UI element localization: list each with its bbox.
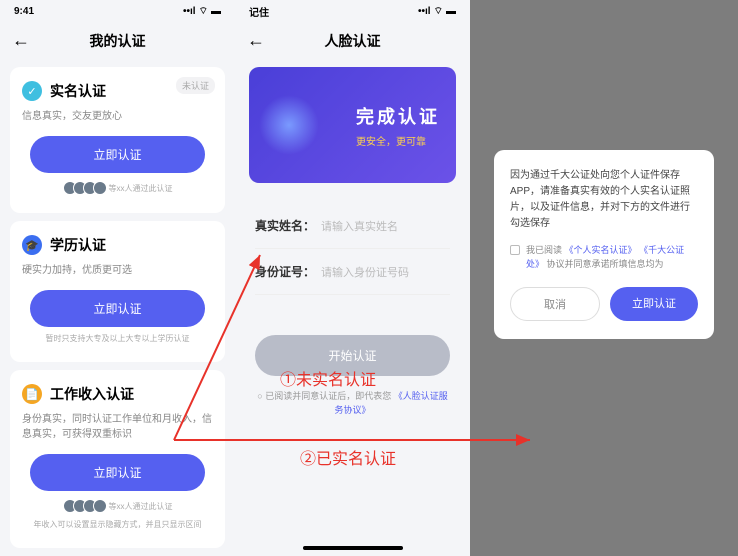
label-1: ①未实名认证 bbox=[280, 366, 376, 390]
verify-button[interactable]: 立即认证 bbox=[30, 290, 205, 327]
extra-note: 年收入可以设置显示隐藏方式，并且只显示区间 bbox=[22, 519, 213, 530]
page-title: 人脸认证 bbox=[325, 31, 381, 51]
form: 真实姓名： 请输入真实姓名 身份证号： 请输入身份证号码 bbox=[235, 191, 470, 307]
check-icon[interactable]: ○ bbox=[257, 391, 262, 401]
verify-button[interactable]: 立即认证 bbox=[30, 136, 205, 173]
card-subtitle: 硬实力加持，优质更可选 bbox=[22, 261, 213, 276]
card-realname: 未认证 ✓ 实名认证 信息真实，交友更放心 立即认证 等xx人通过此认证 bbox=[10, 67, 225, 213]
status-badge: 未认证 bbox=[176, 77, 215, 94]
time: 9:41 bbox=[14, 6, 34, 17]
checkbox[interactable] bbox=[510, 245, 520, 255]
face-scan-icon bbox=[259, 95, 319, 155]
id-input[interactable]: 请输入身份证号码 bbox=[321, 264, 409, 280]
status-bar: 记住 ••ıl ⌔ ▬ bbox=[235, 0, 470, 22]
banner-title: 完成认证 bbox=[356, 103, 440, 129]
card-title: 工作收入认证 bbox=[50, 384, 134, 404]
card-subtitle: 信息真实，交友更放心 bbox=[22, 107, 213, 122]
banner-subtitle: 更安全，更可靠 bbox=[356, 133, 440, 148]
id-label: 身份证号： bbox=[255, 263, 321, 280]
name-input[interactable]: 请输入真实姓名 bbox=[321, 218, 398, 234]
battery-icon: ▬ bbox=[446, 6, 456, 17]
card-title: 实名认证 bbox=[50, 81, 106, 101]
note-text: 暂时只支持大专及以上大专以上学历认证 bbox=[22, 333, 213, 344]
dialog-agreement: 我已阅读 《个人实名认证》 《千大公证处》 协议并同意承诺所填信息均为 bbox=[510, 244, 698, 271]
avatar-text: 等xx人通过此认证 bbox=[109, 183, 173, 194]
document-icon: 📄 bbox=[22, 384, 42, 404]
page-title: 我的认证 bbox=[90, 31, 146, 51]
link-1[interactable]: 《个人实名认证》 bbox=[565, 245, 637, 255]
agreement-text: ○ 已阅读并同意认证后，即代表您 《人脸认证服务协议》 bbox=[235, 390, 470, 417]
avatar-row: 等xx人通过此认证 bbox=[22, 499, 213, 513]
confirm-dialog: 因为通过千大公证处向您个人证件保存APP，请准备真实有效的个人实名认证照片，以及… bbox=[494, 150, 714, 339]
avatar-row: 等xx人通过此认证 bbox=[22, 181, 213, 195]
card-income: 📄 工作收入认证 身份真实，同时认证工作单位和月收入，信息真实，可获得双重标识 … bbox=[10, 370, 225, 548]
check-icon: ✓ bbox=[22, 81, 42, 101]
signal-icon: ••ıl bbox=[418, 6, 431, 17]
screen-my-auth: 9:41 ••ıl ⌔ ▬ ← 我的认证 未认证 ✓ 实名认证 信息真实，交友更… bbox=[0, 0, 235, 556]
status-icons: ••ıl ⌔ ▬ bbox=[418, 5, 456, 18]
confirm-button[interactable]: 立即认证 bbox=[610, 287, 698, 321]
status-icons: ••ıl ⌔ ▬ bbox=[183, 5, 221, 18]
header: ← 我的认证 bbox=[0, 22, 235, 59]
wifi-icon: ⌔ bbox=[434, 5, 443, 18]
home-indicator bbox=[303, 546, 403, 550]
dialog-body: 因为通过千大公证处向您个人证件保存APP，请准备真实有效的个人实名认证照片，以及… bbox=[510, 168, 698, 232]
card-title: 学历认证 bbox=[50, 235, 106, 255]
screen-face-auth: 记住 ••ıl ⌔ ▬ ← 人脸认证 完成认证 更安全，更可靠 真实姓名： 请输… bbox=[235, 0, 470, 556]
back-icon[interactable]: ← bbox=[12, 30, 30, 51]
id-field-row: 身份证号： 请输入身份证号码 bbox=[255, 249, 450, 295]
header: ← 人脸认证 bbox=[235, 22, 470, 59]
name-field-row: 真实姓名： 请输入真实姓名 bbox=[255, 203, 450, 249]
time: 记住 bbox=[249, 4, 269, 19]
signal-icon: ••ıl bbox=[183, 6, 196, 17]
cancel-button[interactable]: 取消 bbox=[510, 287, 600, 321]
card-education: 🎓 学历认证 硬实力加持，优质更可选 立即认证 暂时只支持大专及以上大专以上学历… bbox=[10, 221, 225, 362]
wifi-icon: ⌔ bbox=[199, 5, 208, 18]
battery-icon: ▬ bbox=[211, 6, 221, 17]
graduation-icon: 🎓 bbox=[22, 235, 42, 255]
banner: 完成认证 更安全，更可靠 bbox=[249, 67, 456, 183]
status-bar: 9:41 ••ıl ⌔ ▬ bbox=[0, 0, 235, 22]
verify-button[interactable]: 立即认证 bbox=[30, 454, 205, 491]
back-icon[interactable]: ← bbox=[247, 30, 265, 51]
avatar-text: 等xx人通过此认证 bbox=[109, 501, 173, 512]
screen-dialog: 因为通过千大公证处向您个人证件保存APP，请准备真实有效的个人实名认证照片，以及… bbox=[470, 0, 738, 556]
name-label: 真实姓名： bbox=[255, 217, 321, 234]
label-2: ②已实名认证 bbox=[300, 445, 396, 469]
card-subtitle: 身份真实，同时认证工作单位和月收入，信息真实，可获得双重标识 bbox=[22, 410, 213, 440]
